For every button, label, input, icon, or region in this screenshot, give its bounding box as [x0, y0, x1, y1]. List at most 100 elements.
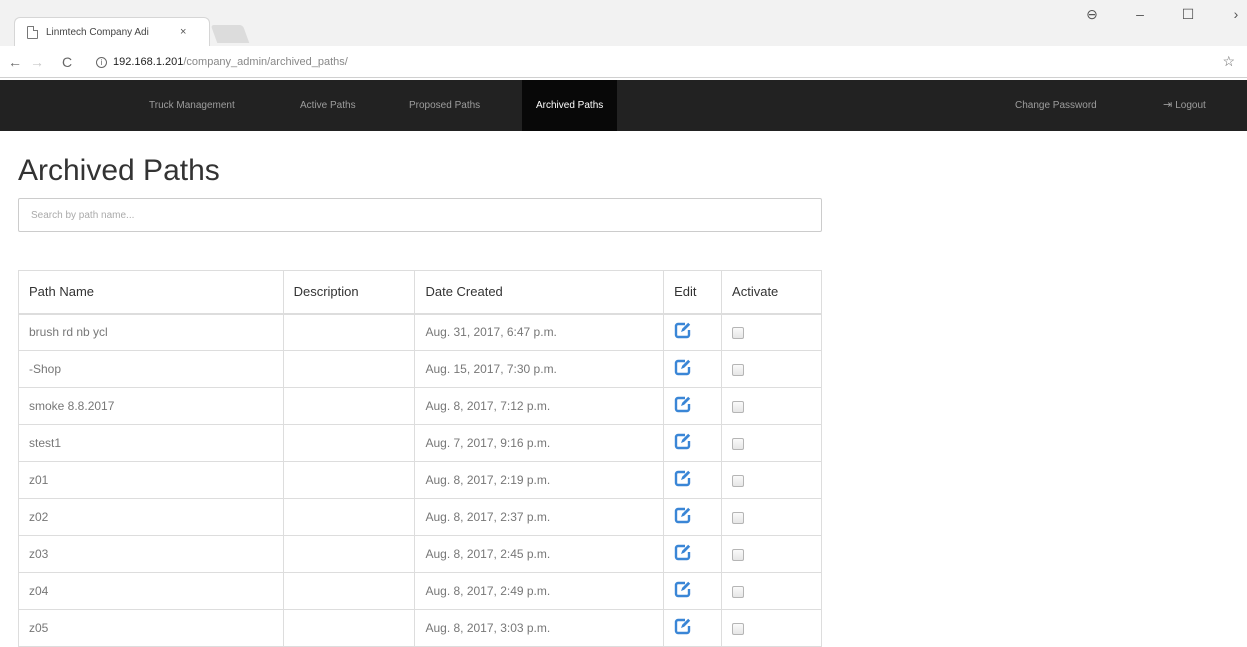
table-header-row: Path Name Description Date Created Edit …	[18, 270, 822, 315]
page-title: Archived Paths	[18, 154, 220, 187]
logout-icon: ⇥	[1163, 99, 1173, 111]
url-host: 192.168.1.201	[113, 56, 184, 68]
description-cell	[282, 498, 416, 536]
edit-cell	[663, 461, 723, 499]
new-tab-button[interactable]	[210, 25, 250, 43]
browser-tabstrip: Linmtech Company Adi × ⊖ – ☐ ›	[0, 0, 1247, 46]
header-path-name: Path Name	[18, 270, 284, 315]
page-icon	[27, 25, 38, 39]
table-row: z01 Aug. 8, 2017, 2:19 p.m.	[18, 461, 822, 499]
table-row: smoke 8.8.2017 Aug. 8, 2017, 7:12 p.m.	[18, 387, 822, 425]
edit-cell	[663, 387, 723, 425]
maximize-button[interactable]: ☐	[1181, 6, 1195, 23]
nav-archived-paths[interactable]: Archived Paths	[522, 80, 618, 131]
description-cell	[282, 387, 416, 425]
date-created-cell: Aug. 8, 2017, 2:19 p.m.	[414, 461, 665, 499]
path-name-cell: smoke 8.8.2017	[18, 387, 284, 425]
header-date-created: Date Created	[414, 270, 665, 315]
edit-cell	[663, 572, 723, 610]
path-name-cell: z03	[18, 535, 284, 573]
header-activate: Activate	[721, 270, 822, 315]
url-path: /company_admin/archived_paths/	[183, 56, 348, 68]
logout-label: Logout	[1175, 100, 1206, 111]
edit-cell	[663, 424, 723, 462]
date-created-cell: Aug. 8, 2017, 2:37 p.m.	[414, 498, 665, 536]
activate-cell	[721, 498, 822, 536]
edit-cell	[663, 535, 723, 573]
activate-cell	[721, 313, 822, 351]
address-bar: ← → C i 192.168.1.201 /company_admin/arc…	[0, 46, 1247, 78]
edit-cell	[663, 350, 723, 388]
description-cell	[282, 461, 416, 499]
archived-paths-table: Path Name Description Date Created Edit …	[18, 270, 822, 647]
header-description: Description	[282, 270, 416, 315]
browser-tab[interactable]: Linmtech Company Adi ×	[14, 17, 210, 46]
logout-link[interactable]: ⇥ Logout	[1163, 80, 1206, 131]
date-created-cell: Aug. 15, 2017, 7:30 p.m.	[414, 350, 665, 388]
edit-icon[interactable]	[674, 359, 691, 379]
forward-button[interactable]: →	[26, 54, 48, 70]
activate-checkbox[interactable]	[732, 437, 745, 450]
description-cell	[282, 572, 416, 610]
tab-close-icon[interactable]: ×	[180, 26, 186, 38]
activate-checkbox[interactable]	[732, 327, 745, 340]
tab-title: Linmtech Company Adi	[46, 26, 149, 38]
activate-checkbox[interactable]	[732, 622, 745, 635]
activate-cell	[721, 350, 822, 388]
url-field[interactable]: i 192.168.1.201 /company_admin/archived_…	[96, 51, 1216, 73]
nav-proposed-paths[interactable]: Proposed Paths	[409, 80, 480, 131]
table-row: -Shop Aug. 15, 2017, 7:30 p.m.	[18, 350, 822, 388]
nav-truck-management[interactable]: Truck Management	[149, 80, 235, 131]
activate-cell	[721, 387, 822, 425]
back-button[interactable]: ←	[4, 54, 26, 70]
table-row: z03 Aug. 8, 2017, 2:45 p.m.	[18, 535, 822, 573]
edit-icon[interactable]	[674, 433, 691, 453]
edit-cell	[663, 313, 723, 351]
nav-active-paths[interactable]: Active Paths	[300, 80, 356, 131]
reload-button[interactable]: C	[56, 54, 78, 70]
change-password-link[interactable]: Change Password	[1015, 80, 1097, 131]
table-row: brush rd nb ycl Aug. 31, 2017, 6:47 p.m.	[18, 313, 822, 351]
path-name-cell: -Shop	[18, 350, 284, 388]
edit-icon[interactable]	[674, 507, 691, 527]
minimize-button[interactable]: –	[1133, 6, 1147, 23]
close-window-button[interactable]: ›	[1229, 6, 1243, 23]
app-navbar: Truck Management Active Paths Proposed P…	[0, 80, 1247, 131]
edit-icon[interactable]	[674, 470, 691, 490]
description-cell	[282, 313, 416, 351]
edit-cell	[663, 498, 723, 536]
activate-checkbox[interactable]	[732, 585, 745, 598]
activate-checkbox[interactable]	[732, 548, 745, 561]
activate-checkbox[interactable]	[732, 400, 745, 413]
date-created-cell: Aug. 7, 2017, 9:16 p.m.	[414, 424, 665, 462]
table-row: stest1 Aug. 7, 2017, 9:16 p.m.	[18, 424, 822, 462]
description-cell	[282, 424, 416, 462]
activate-cell	[721, 424, 822, 462]
path-name-cell: stest1	[18, 424, 284, 462]
header-edit: Edit	[663, 270, 723, 315]
account-icon[interactable]: ⊖	[1085, 6, 1099, 23]
edit-icon[interactable]	[674, 544, 691, 564]
path-name-cell: brush rd nb ycl	[18, 313, 284, 351]
path-name-cell: z04	[18, 572, 284, 610]
date-created-cell: Aug. 8, 2017, 2:45 p.m.	[414, 535, 665, 573]
table-row: z02 Aug. 8, 2017, 2:37 p.m.	[18, 498, 822, 536]
path-name-cell: z02	[18, 498, 284, 536]
bookmark-star-icon[interactable]: ☆	[1222, 53, 1235, 70]
date-created-cell: Aug. 8, 2017, 2:49 p.m.	[414, 572, 665, 610]
activate-checkbox[interactable]	[732, 363, 745, 376]
edit-icon[interactable]	[674, 396, 691, 416]
edit-icon[interactable]	[674, 322, 691, 342]
activate-checkbox[interactable]	[732, 474, 745, 487]
activate-checkbox[interactable]	[732, 511, 745, 524]
info-icon[interactable]: i	[96, 56, 107, 68]
date-created-cell: Aug. 8, 2017, 7:12 p.m.	[414, 387, 665, 425]
path-name-cell: z01	[18, 461, 284, 499]
description-cell	[282, 350, 416, 388]
description-cell	[282, 535, 416, 573]
date-created-cell: Aug. 31, 2017, 6:47 p.m.	[414, 313, 665, 351]
search-input[interactable]	[18, 198, 822, 232]
table-row: z04 Aug. 8, 2017, 2:49 p.m.	[18, 572, 822, 610]
edit-icon[interactable]	[674, 618, 691, 638]
edit-icon[interactable]	[674, 581, 691, 601]
